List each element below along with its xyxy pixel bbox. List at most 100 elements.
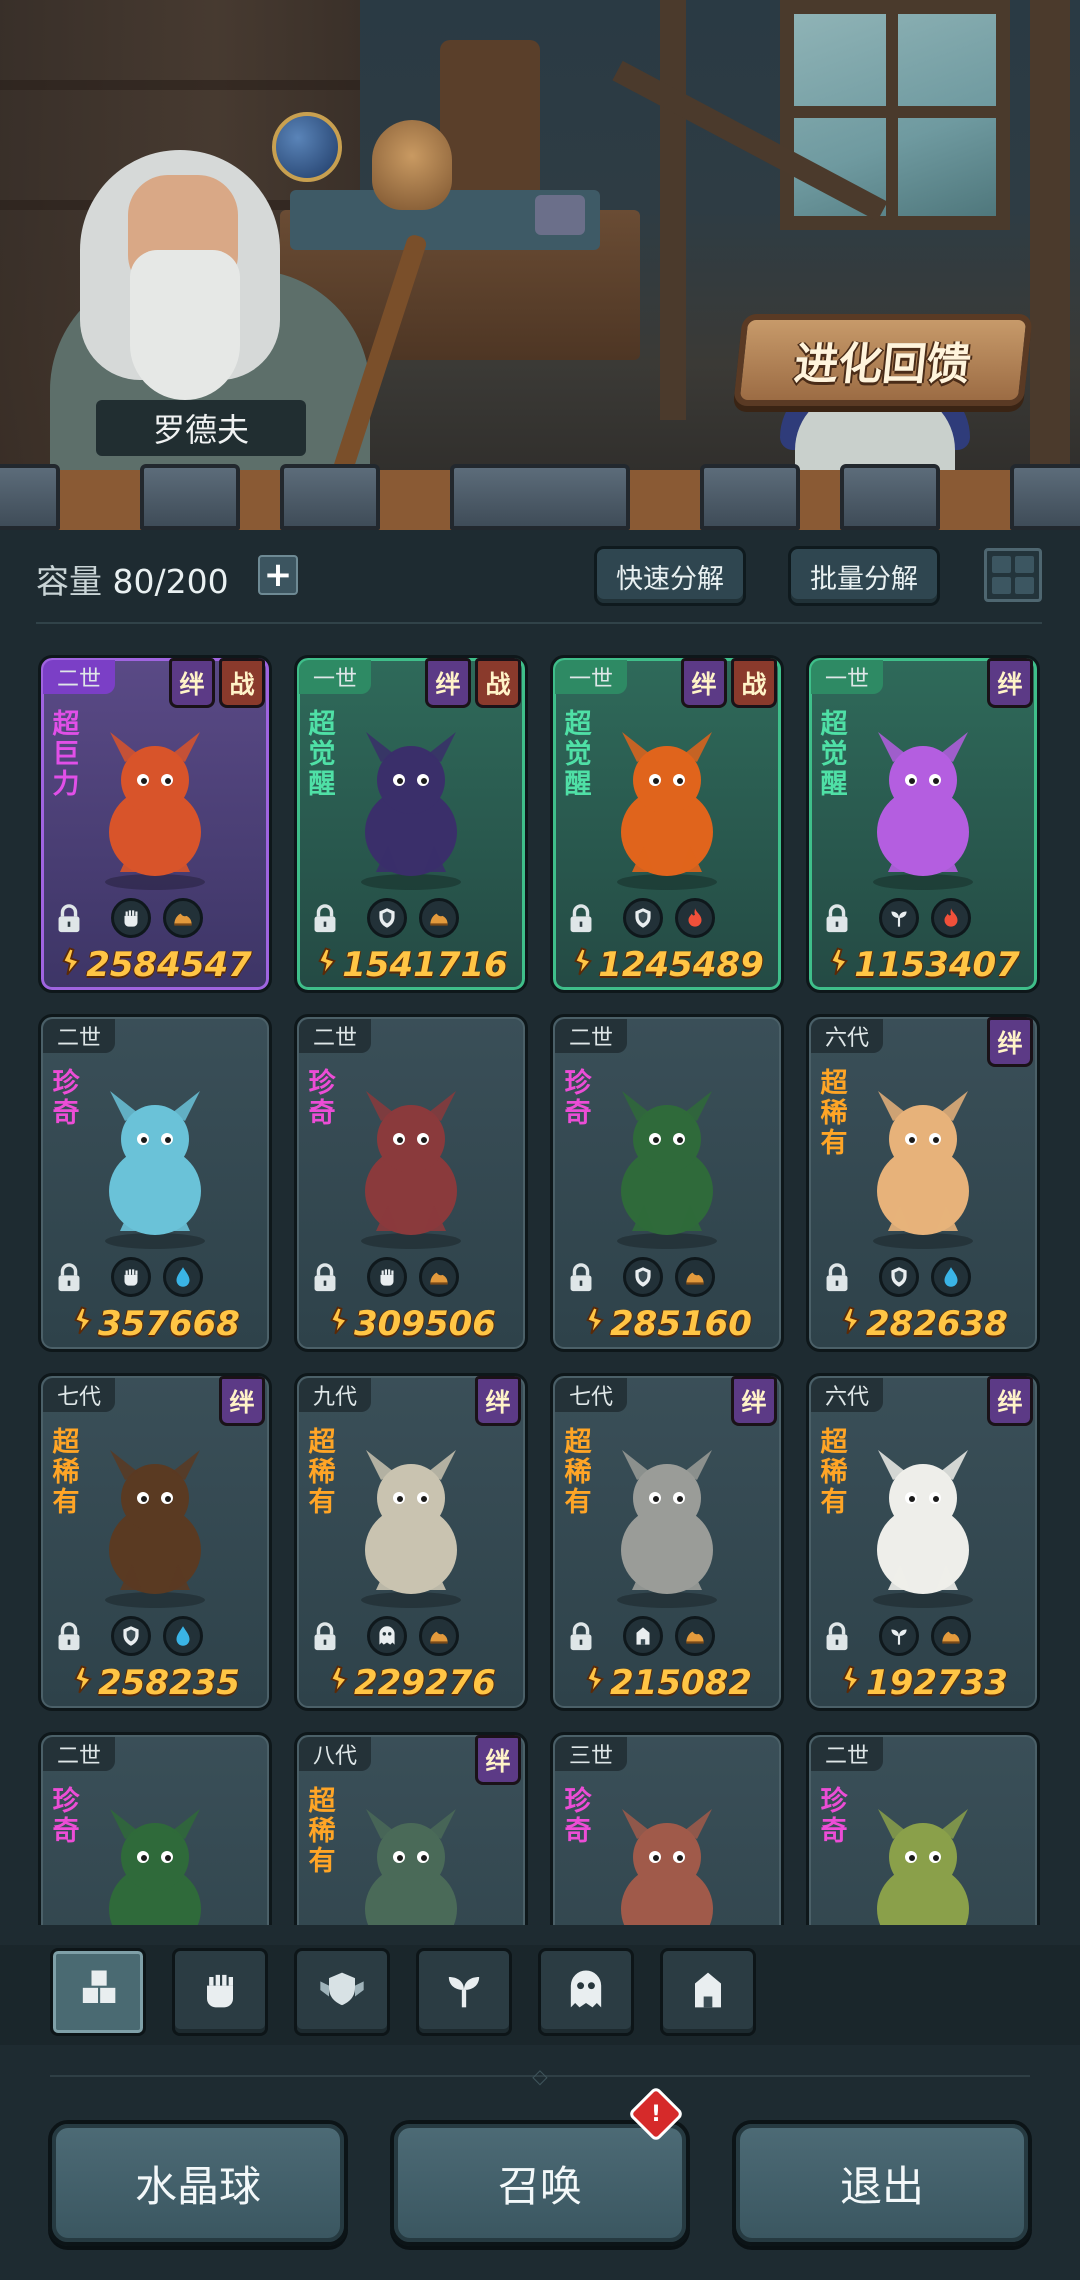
monster-portrait — [592, 1799, 742, 1925]
lock-icon[interactable] — [53, 1620, 85, 1654]
lock-icon[interactable] — [565, 902, 597, 936]
lock-icon[interactable] — [309, 1261, 341, 1295]
filter-tab-all[interactable] — [50, 1948, 146, 2036]
generation-label: 八代 — [299, 1737, 372, 1771]
expand-capacity-button[interactable]: + — [258, 555, 298, 595]
rarity-label: 珍奇 — [820, 1786, 848, 1847]
power-value: 1245489 — [553, 944, 781, 986]
filter-tab-shield-wing[interactable] — [294, 1948, 390, 2036]
lock-icon[interactable] — [821, 1261, 853, 1295]
monster-card[interactable]: 九代 绊超稀有 229276 — [294, 1373, 528, 1711]
monster-card[interactable]: 二世 珍奇 285160 — [550, 1014, 784, 1352]
wooden-beam — [1030, 0, 1070, 470]
fist-icon — [111, 1257, 151, 1297]
power-icon — [326, 1304, 352, 1344]
wall-plank — [0, 80, 360, 90]
water-icon — [931, 1257, 971, 1297]
monster-card[interactable]: 六代 绊超稀有 192733 — [806, 1373, 1040, 1711]
filter-tab-sprout[interactable] — [416, 1948, 512, 2036]
generation-label: 二世 — [43, 1019, 116, 1053]
monster-card[interactable]: 八代 绊超稀有 — [294, 1732, 528, 1925]
monster-card[interactable]: 二世 珍奇 357668 — [38, 1014, 272, 1352]
monster-portrait — [848, 1081, 998, 1251]
lock-icon[interactable] — [309, 902, 341, 936]
monster-portrait — [336, 1440, 486, 1610]
bond-tag: 绊 — [987, 1376, 1033, 1426]
monster-card[interactable]: 三世 珍奇 — [550, 1732, 784, 1925]
capacity-value: 80/200 — [112, 562, 229, 601]
monster-card[interactable]: 二世 珍奇 309506 — [294, 1014, 528, 1352]
lock-icon[interactable] — [565, 1261, 597, 1295]
generation-label: 九代 — [299, 1378, 372, 1412]
exit-button[interactable]: 退出 — [732, 2120, 1032, 2246]
capacity-display: 容量 80/200 — [36, 555, 229, 603]
rarity-label: 珍奇 — [564, 1068, 592, 1129]
wooden-beam — [660, 0, 686, 420]
filter-tab-tower[interactable] — [660, 1948, 756, 2036]
lock-icon[interactable] — [53, 902, 85, 936]
earth-icon — [675, 1257, 715, 1297]
batch-decompose-button[interactable]: 批量分解 — [788, 546, 940, 606]
bond-tag: 绊 — [169, 658, 215, 708]
grid-cell — [1015, 556, 1034, 573]
shield-icon — [111, 1616, 151, 1656]
crystal-ball-button[interactable]: 水晶球 — [48, 2120, 348, 2246]
summon-button[interactable]: 召唤 — [390, 2120, 690, 2246]
rarity-label: 超巨力 — [52, 709, 80, 800]
monster-portrait — [592, 1440, 742, 1610]
ledge-stone — [0, 464, 60, 530]
grid-view-toggle[interactable] — [984, 548, 1042, 602]
power-value: 1153407 — [809, 944, 1037, 986]
earth-icon — [163, 898, 203, 938]
rarity-label: 超觉醒 — [564, 709, 592, 800]
evolution-reward-button[interactable]: 进化回馈 — [733, 314, 1033, 406]
monster-card[interactable]: 二世 绊战超巨力 2584547 — [38, 655, 272, 993]
monster-portrait — [80, 1440, 230, 1610]
monster-card[interactable]: 七代 绊超稀有 258235 — [38, 1373, 272, 1711]
power-value: 258235 — [41, 1662, 269, 1704]
monster-card[interactable]: 二世 珍奇 — [806, 1732, 1040, 1925]
earth-icon — [675, 1616, 715, 1656]
monster-card[interactable]: 一世 绊战超觉醒 1541716 — [294, 655, 528, 993]
lock-icon[interactable] — [53, 1261, 85, 1295]
monster-card[interactable]: 一世 绊超觉醒 1153407 — [806, 655, 1040, 993]
power-number: 258235 — [98, 1663, 240, 1703]
quick-decompose-button[interactable]: 快速分解 — [594, 546, 746, 606]
lock-icon[interactable] — [821, 902, 853, 936]
monster-portrait — [592, 722, 742, 892]
rarity-label: 超觉醒 — [820, 709, 848, 800]
monster-card[interactable]: 一世 绊战超觉醒 1245489 — [550, 655, 784, 993]
ledge-stone — [280, 464, 380, 530]
power-icon — [314, 945, 340, 985]
power-value: 2584547 — [41, 944, 269, 986]
ledge-stone — [1010, 464, 1080, 530]
lock-icon[interactable] — [309, 1620, 341, 1654]
power-value: 357668 — [41, 1303, 269, 1345]
monster-portrait — [848, 1799, 998, 1925]
power-number: 1153407 — [854, 945, 1020, 985]
filter-tab-ghost[interactable] — [538, 1948, 634, 2036]
lock-icon[interactable] — [565, 1620, 597, 1654]
wizard-beard — [130, 250, 240, 400]
lock-icon[interactable] — [821, 1620, 853, 1654]
monster-card[interactable]: 六代 绊超稀有 282638 — [806, 1014, 1040, 1352]
filter-tab-fist[interactable] — [172, 1948, 268, 2036]
power-number: 357668 — [98, 1304, 240, 1344]
rarity-label: 珍奇 — [52, 1786, 80, 1847]
generation-label: 二世 — [43, 660, 116, 694]
monster-card[interactable]: 二世 珍奇 — [38, 1732, 272, 1925]
monster-portrait — [848, 722, 998, 892]
bond-tag: 绊 — [681, 658, 727, 708]
sprout-icon — [879, 1616, 919, 1656]
power-value: 282638 — [809, 1303, 1037, 1345]
divider — [36, 622, 1042, 624]
earth-icon — [931, 1616, 971, 1656]
ledge-stone — [140, 464, 240, 530]
bond-tag: 绊 — [475, 1735, 521, 1785]
monster-card[interactable]: 七代 绊超稀有 215082 — [550, 1373, 784, 1711]
power-icon — [70, 1304, 96, 1344]
generation-label: 七代 — [555, 1378, 628, 1412]
power-icon — [326, 1663, 352, 1703]
generation-label: 六代 — [811, 1378, 884, 1412]
power-icon — [838, 1663, 864, 1703]
